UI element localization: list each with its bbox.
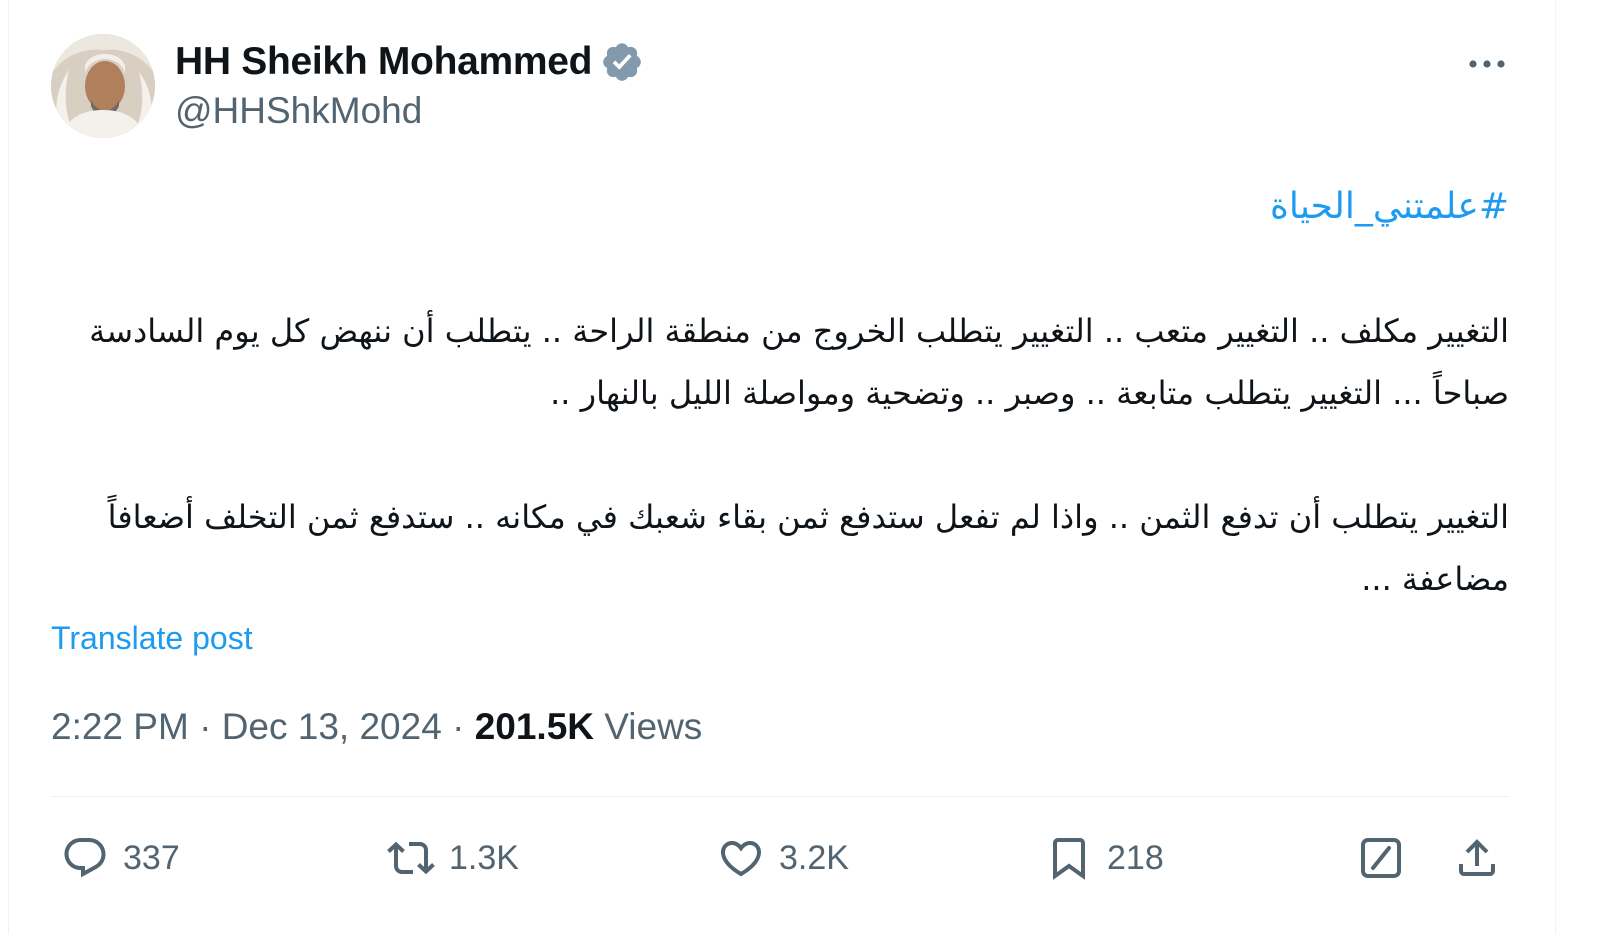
grok-button[interactable] — [1357, 826, 1405, 890]
post-paragraph: التغيير يتطلب أن تدفع الثمن .. واذا لم ت… — [107, 498, 1509, 598]
repost-button[interactable]: 1.3K — [387, 826, 519, 890]
repost-icon — [387, 841, 435, 875]
views-label: Views — [604, 706, 703, 747]
post-text: #علمتني_الحياة التغيير مكلف .. التغيير م… — [89, 176, 1509, 610]
post-paragraph: التغيير مكلف .. التغيير متعب .. التغيير … — [89, 312, 1509, 412]
avatar[interactable] — [51, 34, 155, 138]
reply-button[interactable]: 337 — [61, 826, 180, 890]
post-date[interactable]: Dec 13, 2024 — [222, 706, 442, 747]
display-name[interactable]: HH Sheikh Mohammed — [175, 40, 592, 84]
post-meta: 2:22 PM · Dec 13, 2024 · 201.5K Views — [51, 706, 702, 748]
repost-count: 1.3K — [449, 838, 519, 877]
more-button[interactable] — [1465, 44, 1509, 84]
verified-badge-icon[interactable] — [600, 40, 644, 84]
like-button[interactable]: 3.2K — [717, 826, 849, 890]
author-block: HH Sheikh Mohammed @HHShkMohd — [175, 38, 644, 132]
reply-count: 337 — [123, 838, 180, 877]
meta-separator: · — [199, 706, 212, 747]
divider — [51, 796, 1509, 797]
heart-icon — [720, 841, 762, 877]
share-icon — [1459, 839, 1495, 876]
avatar-image — [51, 34, 155, 138]
bookmark-icon — [1053, 838, 1085, 880]
action-bar: 337 1.3K 3.2K 218 — [61, 826, 1503, 890]
views-count: 201.5K — [474, 706, 594, 747]
handle[interactable]: @HHShkMohd — [175, 90, 644, 132]
reply-icon — [64, 838, 106, 878]
like-count: 3.2K — [779, 838, 849, 877]
bookmark-button[interactable]: 218 — [1045, 826, 1164, 890]
share-button[interactable] — [1453, 826, 1501, 890]
more-icon — [1469, 60, 1505, 68]
bookmark-count: 218 — [1107, 838, 1164, 877]
grok-icon — [1361, 838, 1401, 878]
hashtag-link[interactable]: #علمتني_الحياة — [89, 176, 1509, 238]
name-row: HH Sheikh Mohammed — [175, 38, 644, 86]
post-time[interactable]: 2:22 PM — [51, 706, 189, 747]
translate-post-link[interactable]: Translate post — [51, 620, 253, 657]
meta-separator: · — [452, 706, 465, 747]
post-card: HH Sheikh Mohammed @HHShkMohd #علمتني_ال… — [8, 0, 1556, 934]
